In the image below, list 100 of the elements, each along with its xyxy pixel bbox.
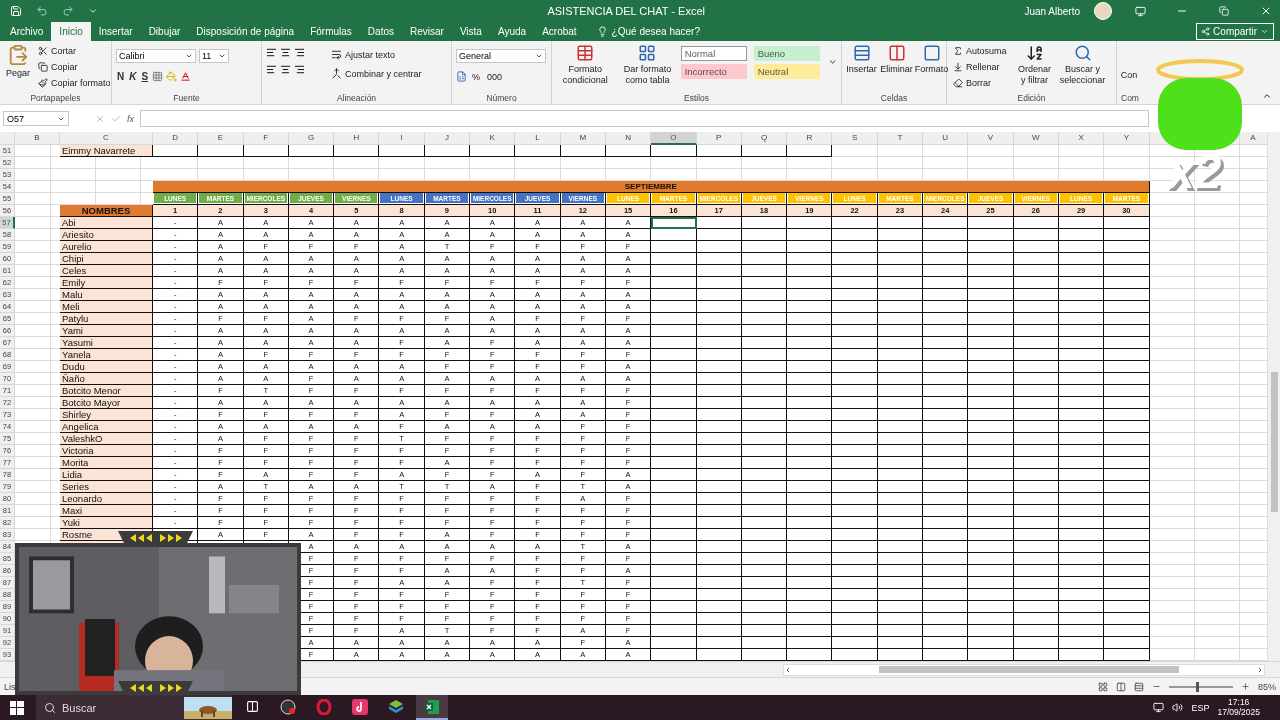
- table-cell: Leonardo: [62, 492, 103, 504]
- month-header: SEPTIEMBRE: [624, 181, 677, 191]
- table-cell: Shirley: [62, 408, 92, 420]
- column-header[interactable]: K: [470, 131, 516, 145]
- cells-button[interactable]: Insertar: [846, 43, 877, 76]
- number-button[interactable]: 000: [485, 69, 505, 85]
- editing-button[interactable]: Ordenar y filtrar: [1012, 43, 1057, 87]
- clipboard-item[interactable]: Cortar: [36, 43, 113, 59]
- column-header[interactable]: J: [424, 131, 471, 145]
- group-label: Fuente: [173, 92, 200, 104]
- clock[interactable]: 17:16 17/09/2025: [1217, 697, 1260, 718]
- group-label: Com: [1121, 92, 1139, 104]
- column-header[interactable]: P: [696, 131, 742, 145]
- table-cell: Yasumi: [62, 336, 93, 348]
- styles-button[interactable]: Dar formato como tabla: [618, 43, 677, 87]
- ribbon-tab[interactable]: Insertar: [90, 22, 141, 42]
- column-header[interactable]: R: [787, 131, 833, 145]
- tell-me-button[interactable]: ¿Qué desea hacer?: [590, 22, 706, 42]
- column-header[interactable]: M: [560, 131, 606, 145]
- column-header[interactable]: B: [15, 131, 60, 145]
- table-cell: Meli: [62, 300, 80, 312]
- column-header[interactable]: X: [1058, 131, 1105, 145]
- table-cell: Victoria: [62, 444, 94, 456]
- sticker-text: x2: [1168, 148, 1222, 196]
- table-cell: Yami: [62, 324, 83, 336]
- language-indicator[interactable]: ESP: [1191, 702, 1210, 713]
- table-cell: Angelica: [62, 420, 99, 432]
- clipboard-item[interactable]: Copiar formato: [36, 75, 113, 91]
- table-cell: Botcito Mayor: [62, 396, 121, 408]
- column-header[interactable]: T: [877, 131, 924, 145]
- group-label: Edición: [1017, 92, 1046, 104]
- table-cell: NOMBRES: [81, 204, 131, 216]
- zoom-level[interactable]: 85%: [1258, 681, 1276, 692]
- alignment-button[interactable]: Ajustar texto: [329, 47, 424, 63]
- editing-item[interactable]: Autosuma: [951, 43, 1009, 59]
- clipboard-item[interactable]: Copiar: [36, 59, 113, 75]
- search-field[interactable]: Buscar: [36, 695, 232, 720]
- table-cell: Yuki: [62, 516, 80, 528]
- number-button[interactable]: %: [470, 69, 482, 85]
- column-header[interactable]: Q: [741, 131, 788, 145]
- function-button[interactable]: fx: [127, 113, 134, 124]
- editing-item[interactable]: Borrar: [951, 75, 1009, 91]
- column-header[interactable]: C: [60, 131, 153, 145]
- ribbon-tab[interactable]: Dibujar: [140, 22, 189, 42]
- table-cell: Emily: [62, 276, 86, 288]
- font-name-field[interactable]: Calibri: [116, 49, 196, 64]
- editing-item[interactable]: Rellenar: [951, 59, 1009, 75]
- alignment-button[interactable]: Combinar y centrar: [329, 66, 424, 82]
- window-title: ASISTENCIA DEL CHAT - Excel: [546, 5, 706, 17]
- cell-style[interactable]: Bueno: [753, 46, 820, 62]
- editing-button[interactable]: Buscar y seleccionar: [1060, 43, 1105, 87]
- share-button[interactable]: Compartir: [1196, 23, 1274, 41]
- table-cell: Chipi: [62, 252, 84, 264]
- ribbon-tab[interactable]: Acrobat: [534, 22, 585, 42]
- column-header[interactable]: S: [832, 131, 878, 145]
- ribbon-tab[interactable]: Inicio: [51, 22, 91, 42]
- ribbon-tab[interactable]: Datos: [359, 22, 402, 42]
- group-label: Estilos: [683, 92, 709, 104]
- ribbon-tab[interactable]: Revisar: [401, 22, 452, 42]
- styles-button[interactable]: Formato condicional: [556, 43, 615, 87]
- column-header[interactable]: V: [968, 131, 1014, 145]
- column-header[interactable]: W: [1013, 131, 1059, 145]
- column-header[interactable]: F: [243, 131, 289, 145]
- number-format-field[interactable]: General: [456, 49, 546, 64]
- addins-button[interactable]: Con: [1117, 69, 1141, 82]
- column-header[interactable]: G: [288, 131, 335, 145]
- table-cell: Lidia: [62, 468, 83, 480]
- font-style-button[interactable]: K: [128, 69, 138, 85]
- cell-style[interactable]: Neutral: [753, 64, 820, 80]
- ribbon-tab[interactable]: Fórmulas: [302, 22, 360, 42]
- cell-style[interactable]: Normal: [680, 46, 747, 62]
- ribbon-tab[interactable]: Archivo: [2, 22, 52, 42]
- table-cell: Morita: [62, 456, 89, 468]
- ribbon-tab[interactable]: Ayuda: [489, 22, 535, 42]
- font-style-button[interactable]: S: [140, 69, 150, 85]
- ribbon-tab[interactable]: Vista: [451, 22, 490, 42]
- column-header[interactable]: D: [153, 131, 199, 145]
- table-cell: Aurelio: [62, 240, 92, 252]
- column-header[interactable]: U: [923, 131, 969, 145]
- cell-style[interactable]: Incorrecto: [680, 64, 747, 80]
- column-header[interactable]: O: [651, 131, 697, 145]
- column-header[interactable]: E: [198, 131, 244, 145]
- name-box[interactable]: O57: [3, 111, 69, 127]
- column-header[interactable]: H: [334, 131, 380, 145]
- cells-button[interactable]: Eliminar: [881, 43, 912, 76]
- ribbon-tab[interactable]: Disposición de página: [188, 22, 303, 42]
- user-name: Juan Alberto: [1024, 5, 1080, 17]
- column-header[interactable]: L: [515, 131, 561, 145]
- column-header[interactable]: Y: [1104, 131, 1150, 145]
- group-label: Celdas: [880, 92, 908, 104]
- font-size-field[interactable]: 11: [199, 49, 229, 64]
- group-label: Número: [486, 92, 517, 104]
- column-header[interactable]: I: [379, 131, 425, 145]
- paste-button[interactable]: Pegar: [4, 43, 33, 80]
- table-cell: Rosme: [62, 528, 93, 540]
- table-cell: Patylu: [62, 312, 89, 324]
- font-style-button[interactable]: N: [116, 69, 126, 85]
- table-cell: Maxi: [62, 504, 83, 516]
- cells-button[interactable]: Formato: [916, 43, 947, 76]
- table-cell: Series: [62, 480, 89, 492]
